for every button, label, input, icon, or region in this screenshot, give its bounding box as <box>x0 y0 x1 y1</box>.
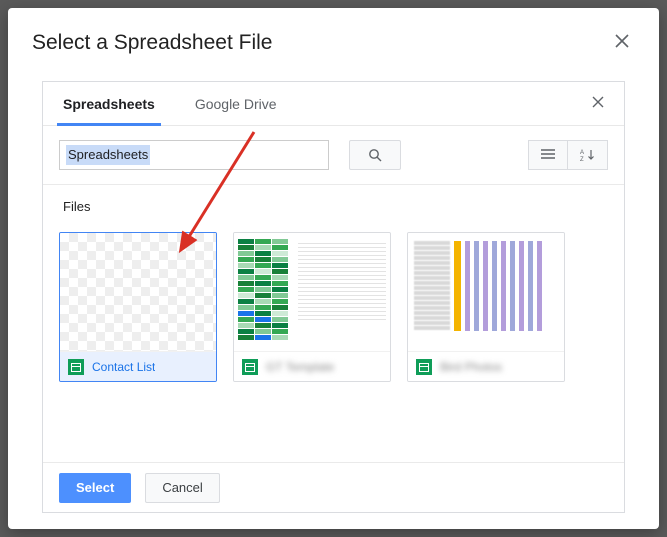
file-footer: Contact List <box>60 351 216 381</box>
file-card-2[interactable]: GT Template <box>233 232 391 382</box>
sheets-icon <box>242 359 258 375</box>
cancel-button[interactable]: Cancel <box>145 473 219 503</box>
search-row: Spreadsheets A Z <box>43 126 624 185</box>
sheets-icon <box>68 359 84 375</box>
tabs: Spreadsheets Google Drive <box>43 82 297 125</box>
button-row: Select Cancel <box>43 462 624 512</box>
view-tools: A Z <box>528 140 608 170</box>
file-footer: GT Template <box>234 351 390 381</box>
file-thumbnail <box>234 233 390 351</box>
tab-label: Google Drive <box>195 96 277 112</box>
button-label: Select <box>76 480 114 495</box>
file-picker-panel: Spreadsheets Google Drive Spreadsheets <box>42 81 625 513</box>
dialog-close-button[interactable] <box>609 28 635 57</box>
list-icon <box>541 149 555 161</box>
select-button[interactable]: Select <box>59 473 131 503</box>
search-button[interactable] <box>349 140 401 170</box>
svg-text:Z: Z <box>580 157 584 162</box>
sort-button[interactable]: A Z <box>568 140 608 170</box>
files-grid: Contact List <box>59 232 624 392</box>
close-icon <box>592 96 604 108</box>
close-icon <box>615 34 629 48</box>
search-icon <box>368 148 382 162</box>
tab-spreadsheets[interactable]: Spreadsheets <box>43 82 175 125</box>
picker-close-button[interactable] <box>588 91 608 117</box>
button-label: Cancel <box>162 480 202 495</box>
file-thumbnail <box>408 233 564 351</box>
file-name: GT Template <box>266 360 334 374</box>
svg-text:A: A <box>580 150 584 156</box>
file-card-contact-list[interactable]: Contact List <box>59 232 217 382</box>
file-thumbnail <box>60 233 216 351</box>
search-input-wrapper[interactable]: Spreadsheets <box>59 140 329 170</box>
sort-az-icon: A Z <box>580 148 596 162</box>
dialog-title: Select a Spreadsheet File <box>32 31 272 55</box>
sheets-icon <box>416 359 432 375</box>
file-name: Contact List <box>92 360 155 374</box>
section-title-files: Files <box>63 199 624 214</box>
tab-label: Spreadsheets <box>63 96 155 112</box>
dialog-window: Select a Spreadsheet File Spreadsheets G… <box>8 8 659 529</box>
file-card-3[interactable]: Bird Photos <box>407 232 565 382</box>
tabs-row: Spreadsheets Google Drive <box>43 82 624 126</box>
file-footer: Bird Photos <box>408 351 564 381</box>
tab-google-drive[interactable]: Google Drive <box>175 82 297 125</box>
file-name: Bird Photos <box>440 360 502 374</box>
list-view-button[interactable] <box>528 140 568 170</box>
dialog-header: Select a Spreadsheet File <box>8 8 659 71</box>
